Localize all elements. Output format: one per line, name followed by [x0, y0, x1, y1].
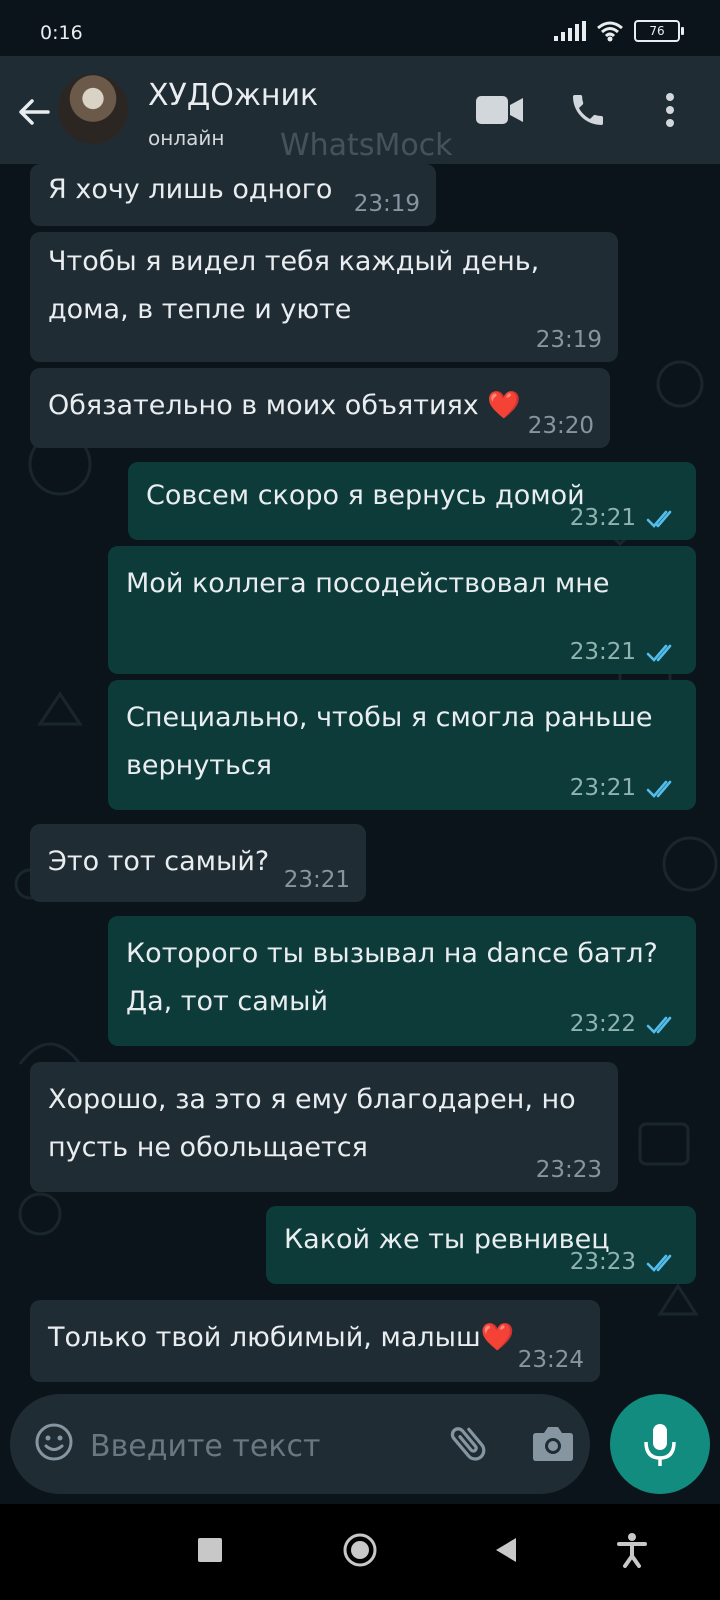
signal-icon [554, 21, 586, 41]
message-bubble-incoming[interactable]: Чтобы я видел тебя каждый день, дома, в … [30, 232, 618, 362]
accessibility-icon[interactable] [616, 1532, 648, 1568]
microphone-icon [644, 1424, 676, 1466]
chat-header: ХУДОжник онлайн WhatsMock [0, 56, 720, 164]
message-text: Хорошо, за это я ему благодарен, но пуст… [48, 1084, 576, 1163]
message-text: Только твой любимый, малыш❤️ [48, 1322, 515, 1353]
read-double-check-icon [646, 1254, 672, 1272]
message-text: Мой коллега посодействовал мне [126, 568, 610, 599]
message-time: 23:21 [569, 505, 636, 531]
message-bubble-incoming[interactable]: Это тот самый? 23:21 [30, 824, 366, 902]
message-bubble-outgoing[interactable]: Специально, чтобы я смогла раньше вернут… [108, 680, 696, 810]
read-double-check-icon [646, 1016, 672, 1034]
back-icon[interactable] [494, 1536, 518, 1564]
message-text: Которого ты вызывал на dance батл? Да, т… [126, 938, 658, 1017]
message-bubble-incoming[interactable]: Я хочу лишь одного 23:19 [30, 164, 436, 226]
chat-area[interactable]: Я хочу лишь одного 23:19 Чтобы я видел т… [0, 164, 720, 1396]
message-time: 23:20 [527, 413, 594, 439]
message-bubble-incoming[interactable]: Только твой любимый, малыш❤️ 23:24 [30, 1300, 600, 1382]
message-text: Чтобы я видел тебя каждый день, дома, в … [48, 246, 540, 325]
read-double-check-icon [646, 644, 672, 662]
system-nav-bar [0, 1504, 720, 1600]
wifi-icon [597, 21, 623, 42]
battery-icon: 76 [634, 20, 684, 42]
contact-status: онлайн [148, 126, 225, 150]
message-text: Совсем скоро я вернусь домой [146, 480, 585, 511]
video-call-icon[interactable] [476, 94, 524, 126]
read-double-check-icon [646, 780, 672, 798]
message-text: Я хочу лишь одного [48, 174, 333, 205]
emoji-icon[interactable] [34, 1422, 74, 1462]
recent-apps-icon[interactable] [198, 1538, 222, 1562]
status-time: 0:16 [40, 22, 83, 44]
phone-icon[interactable] [568, 90, 608, 130]
status-icons: 76 [554, 20, 684, 42]
message-time: 23:19 [353, 191, 420, 217]
message-time: 23:21 [569, 775, 636, 801]
voice-record-button[interactable] [610, 1394, 710, 1494]
more-vert-icon[interactable] [664, 92, 676, 128]
message-text: Обязательно в моих объятиях ❤️ [48, 390, 521, 421]
message-input[interactable] [88, 1420, 372, 1472]
message-time: 23:23 [569, 1249, 636, 1275]
avatar[interactable] [58, 74, 128, 144]
message-text: Это тот самый? [48, 846, 270, 877]
message-time: 23:21 [569, 639, 636, 665]
home-icon[interactable] [342, 1532, 378, 1568]
read-double-check-icon [646, 510, 672, 528]
message-bubble-outgoing[interactable]: Совсем скоро я вернусь домой 23:21 [128, 462, 696, 540]
message-bubble-outgoing[interactable]: Какой же ты ревнивец 23:23 [266, 1206, 696, 1284]
message-bubble-incoming[interactable]: Хорошо, за это я ему благодарен, но пуст… [30, 1062, 618, 1192]
message-time: 23:23 [535, 1157, 602, 1183]
message-bubble-incoming[interactable]: Обязательно в моих объятиях ❤️ 23:20 [30, 368, 610, 448]
message-time: 23:24 [517, 1347, 584, 1373]
attach-icon[interactable] [446, 1420, 492, 1466]
message-time: 23:21 [283, 867, 350, 893]
watermark: WhatsMock [280, 128, 453, 163]
message-bubble-outgoing[interactable]: Мой коллега посодействовал мне 23:21 [108, 546, 696, 674]
status-bar: 0:16 76 [0, 0, 720, 56]
message-time: 23:19 [535, 327, 602, 353]
message-bubble-outgoing[interactable]: Которого ты вызывал на dance батл? Да, т… [108, 916, 696, 1046]
message-composer [10, 1394, 590, 1494]
message-time: 23:22 [569, 1011, 636, 1037]
message-text: Специально, чтобы я смогла раньше вернут… [126, 702, 653, 781]
camera-icon[interactable] [532, 1424, 574, 1462]
back-arrow-icon[interactable] [14, 92, 54, 132]
message-text: Какой же ты ревнивец [284, 1224, 610, 1255]
contact-name[interactable]: ХУДОжник [148, 78, 318, 113]
